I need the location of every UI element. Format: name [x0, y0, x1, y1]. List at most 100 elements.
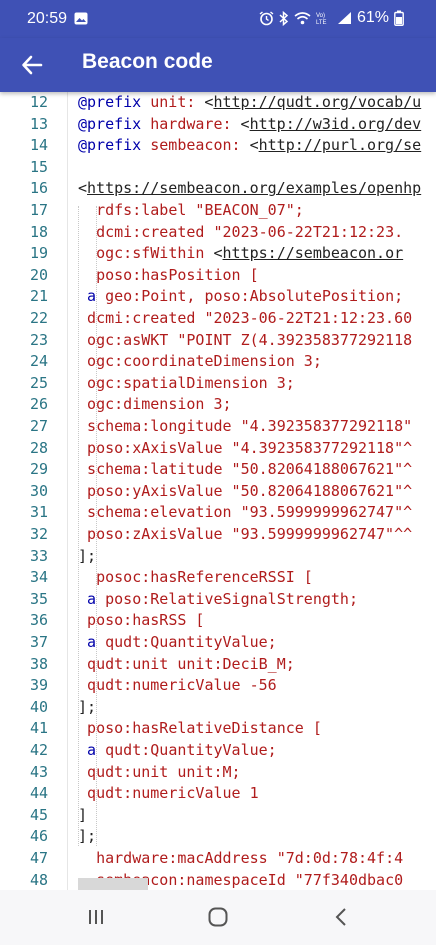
- line-code: hardware:macAddress "7d:0d:78:4f:4: [96, 849, 404, 867]
- photo-icon: [74, 12, 88, 25]
- line-number: 29: [29, 460, 48, 479]
- status-time: 20:59: [27, 10, 68, 27]
- code-line: 48 sembeacon:namespaceId "77f340dbac0: [0, 870, 436, 890]
- code-line: 25 ogc:spatialDimension 3;: [0, 373, 436, 395]
- page-title: Beacon code: [82, 50, 213, 73]
- line-number: 37: [29, 633, 48, 651]
- line-number: 30: [29, 481, 48, 500]
- code-line: 34 posoc:hasReferenceRSSI [: [0, 567, 436, 589]
- line-code: @prefix sembeacon: <http://purl.org/se: [78, 136, 422, 155]
- code-line: 43 qudt:unit unit:M;: [0, 762, 436, 784]
- code-line: 33];: [0, 546, 436, 568]
- battery-icon: [394, 10, 404, 26]
- line-code: ];: [78, 546, 97, 565]
- volte-icon: Vo) LTE: [316, 13, 327, 26]
- app-bar: Beacon code: [0, 38, 436, 92]
- line-number: 42: [29, 741, 48, 759]
- line-code: qudt:unit unit:M;: [87, 762, 241, 781]
- code-line: 39 qudt:numericValue -56: [0, 675, 436, 697]
- code-line: 29 schema:latitude "50.82064188067621"^: [0, 459, 436, 481]
- code-line: 18 dcmi:created "2023-06-22T21:12:23.: [0, 222, 436, 244]
- code-line: 45]: [0, 805, 436, 827]
- code-line: 31 schema:elevation "93.5999999962747"^: [0, 502, 436, 524]
- line-number: 23: [29, 330, 48, 349]
- line-number: 22: [29, 309, 48, 327]
- code-line: 32 poso:zAxisValue "93.5999999962747"^^: [0, 524, 436, 546]
- back-chevron-icon: [335, 908, 346, 926]
- line-code: ];: [78, 697, 97, 716]
- line-code: qudt:numericValue -56: [87, 676, 277, 695]
- code-line: 30 poso:yAxisValue "50.82064188067621"^: [0, 481, 436, 503]
- line-number: 35: [29, 589, 48, 608]
- line-number: 12: [29, 93, 48, 111]
- navigation-bar: [0, 890, 436, 945]
- line-number: 24: [29, 352, 48, 371]
- line-number: 38: [29, 654, 48, 673]
- line-code: schema:longitude "4.392358377292118": [87, 417, 413, 435]
- line-number: 28: [29, 438, 48, 457]
- line-code: dcmi:created "2023-06-22T21:12:23.: [96, 222, 404, 241]
- code-line: 23 ogc:asWKT "POINT Z(4.392358377292118: [0, 330, 436, 352]
- line-number: 13: [29, 114, 48, 133]
- selection-highlight: [78, 878, 148, 890]
- line-number: 21: [29, 287, 48, 306]
- recent-apps-button[interactable]: [76, 902, 116, 932]
- alarm-icon: [259, 10, 274, 25]
- code-line: 14 @prefix sembeacon: <http://purl.org/se: [0, 135, 436, 157]
- line-number: 43: [29, 762, 48, 781]
- recent-apps-icon: [89, 910, 103, 924]
- code-line: 38 qudt:unit unit:DeciB_M;: [0, 654, 436, 676]
- code-line: 22 dcmi:created "2023-06-22T21:12:23.60: [0, 308, 436, 330]
- status-bar: 20:59 Vo) LTE 61%: [0, 0, 436, 38]
- back-button[interactable]: [14, 47, 50, 83]
- line-code: schema:latitude "50.82064188067621"^: [87, 460, 413, 479]
- line-number: 20: [29, 265, 48, 284]
- code-line: 16 <https://sembeacon.org/examples/openhp: [0, 178, 436, 200]
- code-line: 40];: [0, 697, 436, 719]
- code-line: 37 a qudt:QuantityValue;: [0, 632, 436, 654]
- code-line: 13 @prefix hardware: <http://w3id.org/dev: [0, 114, 436, 136]
- line-number: 39: [29, 676, 48, 695]
- battery-percent: 61%: [356, 9, 389, 26]
- line-number: 16: [29, 179, 48, 198]
- line-code: a qudt:QuantityValue;: [87, 741, 277, 759]
- home-icon: [208, 907, 228, 927]
- code-line: 24 ogc:coordinateDimension 3;: [0, 351, 436, 373]
- svg-text:LTE: LTE: [316, 20, 327, 26]
- line-code: schema:elevation "93.5999999962747"^: [87, 503, 413, 522]
- line-number: 19: [29, 244, 48, 263]
- line-code: ];: [78, 827, 97, 846]
- code-line: 41 poso:hasRelativeDistance [: [0, 718, 436, 740]
- line-code: dcmi:created "2023-06-22T21:12:23.60: [87, 309, 413, 327]
- code-line: 28 poso:xAxisValue "4.392358377292118"^: [0, 438, 436, 460]
- code-line: 27 schema:longitude "4.392358377292118": [0, 416, 436, 438]
- line-number: 36: [29, 611, 48, 630]
- line-code: a geo:Point, poso:AbsolutePosition;: [87, 287, 404, 306]
- line-number: 17: [29, 201, 48, 219]
- code-line: 12 @prefix unit: <http://qudt.org/vocab/u: [0, 92, 436, 114]
- line-number: 33: [29, 546, 48, 565]
- code-editor[interactable]: 12 @prefix unit: <http://qudt.org/vocab/u…: [0, 92, 436, 890]
- line-code: poso:yAxisValue "50.82064188067621"^: [87, 481, 413, 500]
- code-line: 15: [0, 157, 436, 179]
- code-line: 42 a qudt:QuantityValue;: [0, 740, 436, 762]
- line-code: ]: [78, 805, 88, 824]
- line-code: poso:xAxisValue "4.392358377292118"^: [87, 438, 413, 457]
- system-back-button[interactable]: [322, 902, 362, 932]
- code-line: 20 poso:hasPosition [: [0, 265, 436, 287]
- line-code: ogc:dimension 3;: [87, 395, 232, 414]
- home-button[interactable]: [198, 902, 238, 932]
- line-code: ogc:sfWithin <https://sembeacon.or: [96, 244, 404, 263]
- signal-icon: [337, 12, 351, 24]
- line-code: @prefix unit: <http://qudt.org/vocab/u: [78, 93, 422, 111]
- line-number: 26: [29, 395, 48, 414]
- line-number: 40: [29, 697, 48, 716]
- line-code: poso:hasRSS [: [87, 611, 205, 630]
- bluetooth-icon: [279, 10, 289, 26]
- line-number: 34: [29, 568, 48, 587]
- code-line: 47 hardware:macAddress "7d:0d:78:4f:4: [0, 848, 436, 870]
- line-code: <https://sembeacon.org/examples/openhp: [78, 179, 422, 198]
- line-number: 48: [29, 870, 48, 889]
- line-number: 27: [29, 417, 48, 435]
- line-number: 45: [29, 805, 48, 824]
